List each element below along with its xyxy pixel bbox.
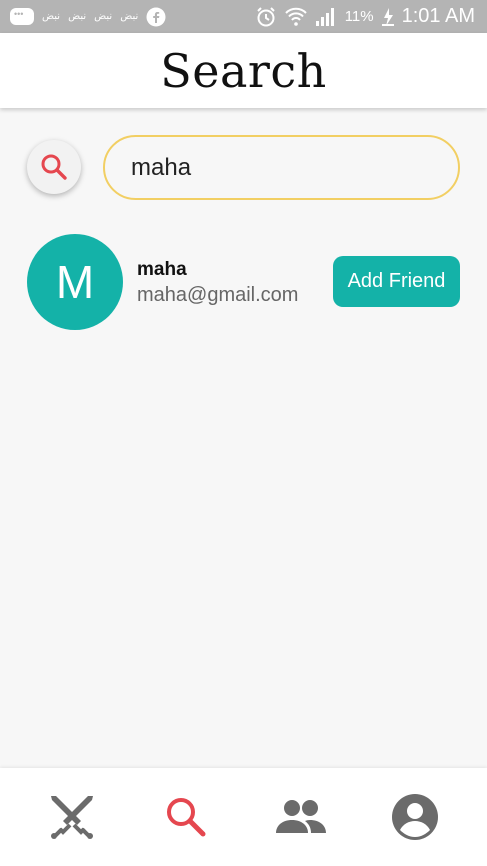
group-icon xyxy=(275,800,326,833)
search-icon xyxy=(41,154,67,180)
notification-text: نبض xyxy=(120,11,139,22)
swords-icon xyxy=(51,796,94,839)
battery-charging-icon xyxy=(381,7,394,26)
signal-icon xyxy=(315,7,334,26)
battery-percent: 11% xyxy=(344,8,374,25)
status-bar-right: 11% 1:01 AM xyxy=(255,5,475,28)
nav-search[interactable] xyxy=(156,787,216,847)
app-header: Search xyxy=(0,33,487,108)
chat-notification-icon xyxy=(10,8,34,25)
list-item: M maha maha@gmail.com Add Friend xyxy=(27,234,460,330)
search-button[interactable] xyxy=(27,140,81,194)
avatar: M xyxy=(27,234,123,330)
wifi-icon xyxy=(284,7,307,26)
bottom-navigation xyxy=(0,768,487,866)
notification-text: نبض xyxy=(42,11,61,22)
nav-friends[interactable] xyxy=(271,787,331,847)
add-friend-button[interactable]: Add Friend xyxy=(333,256,460,307)
status-bar: نبض نبض نبض نبض 11% 1:01 AM xyxy=(0,0,487,33)
page-title: Search xyxy=(160,43,327,98)
user-email: maha@gmail.com xyxy=(137,284,299,306)
status-bar-left: نبض نبض نبض نبض xyxy=(10,7,166,27)
clock: 1:01 AM xyxy=(401,5,475,27)
nav-battle[interactable] xyxy=(42,787,102,847)
search-icon xyxy=(167,798,206,837)
nav-profile[interactable] xyxy=(385,787,445,847)
facebook-icon xyxy=(146,7,166,26)
search-input[interactable] xyxy=(103,135,460,200)
notification-text: نبض xyxy=(68,11,87,22)
alarm-icon xyxy=(256,6,275,26)
user-name: maha xyxy=(137,259,187,280)
account-circle-icon xyxy=(391,794,438,840)
notification-text: نبض xyxy=(94,11,113,22)
